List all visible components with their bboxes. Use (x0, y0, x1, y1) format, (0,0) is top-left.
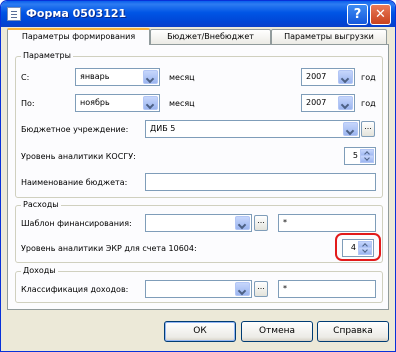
window-title: Форма 0503121 (26, 7, 127, 20)
classification-extra-value: * (283, 284, 287, 293)
chevron-down-icon[interactable] (235, 216, 250, 230)
template-browse-button[interactable]: ... (254, 215, 268, 231)
to-year-select[interactable]: 2007 (301, 94, 355, 112)
kosgu-level-spinner[interactable]: 5 (344, 147, 376, 165)
chevron-down-icon[interactable] (235, 282, 250, 296)
spin-down-icon[interactable] (360, 155, 374, 163)
close-icon: ✕ (375, 7, 386, 22)
budget-name-label: Наименование бюджета: (21, 178, 128, 187)
dialog-window: Форма 0503121 ? ✕ Параметры формирования… (0, 0, 396, 352)
from-year-suffix: год (361, 73, 376, 82)
ok-button[interactable]: ОК (164, 321, 236, 342)
from-month-suffix: месяц (169, 73, 195, 82)
institution-browse-button[interactable]: ... (361, 121, 375, 137)
to-label: По: (21, 99, 35, 108)
institution-label: Бюджетное учреждение: (21, 125, 129, 134)
ekr-level-spinner[interactable]: 4 (342, 239, 374, 257)
chevron-down-icon[interactable] (143, 70, 158, 84)
from-label: С: (21, 73, 30, 82)
chevron-down-icon[interactable] (143, 96, 158, 110)
to-year-suffix: год (361, 99, 376, 108)
classification-browse-button[interactable]: ... (254, 281, 268, 297)
template-extra-field[interactable]: * (278, 214, 376, 232)
help-button[interactable]: Справка (317, 321, 389, 342)
chevron-down-icon[interactable] (338, 96, 353, 110)
incomes-legend: Доходы (21, 266, 58, 276)
expenses-group: Расходы Шаблон финансирования: ... * Уро… (15, 200, 383, 263)
chevron-down-icon[interactable] (338, 70, 353, 84)
question-icon: ? (353, 7, 362, 22)
tab-budget-offbudget[interactable]: Бюджет/Внебюджет (150, 29, 271, 44)
tab-strip: Параметры формирования Бюджет/Внебюджет … (7, 28, 389, 45)
parameters-group: Параметры С: январь месяц 2007 год По: н… (15, 51, 383, 198)
institution-select[interactable]: ДИБ 5 (145, 120, 360, 138)
from-month-select[interactable]: январь (75, 68, 160, 86)
template-select[interactable] (145, 214, 252, 232)
help-title-button[interactable]: ? (347, 4, 368, 25)
spin-down-icon[interactable] (358, 247, 372, 255)
ekr-level-value: 4 (350, 243, 356, 252)
template-extra-value: * (283, 218, 287, 227)
tab-generation-params[interactable]: Параметры формирования (7, 28, 150, 45)
budget-name-input[interactable] (145, 173, 376, 191)
to-month-value: ноябрь (80, 98, 110, 107)
tab-export-params[interactable]: Параметры выгрузки (271, 29, 387, 44)
classification-label: Классификация доходов: (21, 285, 129, 294)
template-label: Шаблон финансирования: (21, 219, 132, 228)
from-year-value: 2007 (306, 72, 327, 81)
classification-select[interactable] (145, 280, 252, 298)
chevron-down-icon[interactable] (343, 122, 358, 136)
form-app-icon (7, 7, 21, 21)
incomes-group: Доходы Классификация доходов: ... * (15, 266, 383, 303)
kosgu-level-label: Уровень аналитики КОСГУ: (21, 152, 136, 161)
expenses-legend: Расходы (21, 200, 61, 210)
cancel-button[interactable]: Отмена (241, 321, 313, 342)
kosgu-level-value: 5 (352, 151, 358, 160)
from-month-value: январь (80, 72, 110, 81)
to-month-suffix: месяц (169, 99, 195, 108)
close-title-button[interactable]: ✕ (370, 4, 391, 25)
institution-value: ДИБ 5 (150, 124, 176, 133)
from-year-select[interactable]: 2007 (301, 68, 355, 86)
classification-extra-field[interactable]: * (278, 280, 376, 298)
to-month-select[interactable]: ноябрь (75, 94, 160, 112)
parameters-legend: Параметры (21, 51, 73, 61)
ekr-level-label: Уровень аналитики ЭКР для счета 10604: (21, 244, 197, 253)
title-bar: Форма 0503121 ? ✕ (1, 1, 395, 27)
tab-panel: Параметры С: январь месяц 2007 год По: н… (7, 44, 389, 310)
to-year-value: 2007 (306, 98, 327, 107)
